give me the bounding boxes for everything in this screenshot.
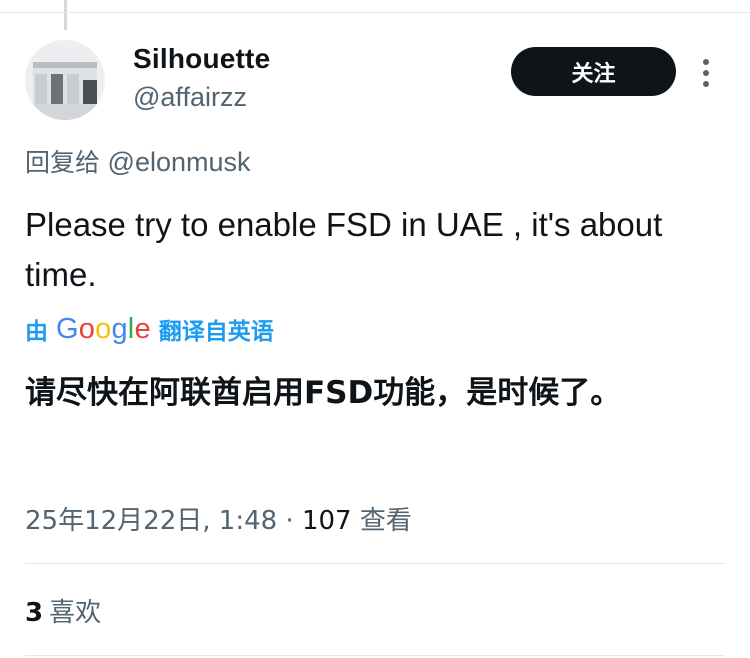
translation-action-label[interactable]: 翻译自英语 [159, 312, 274, 346]
views-label: 查看 [359, 506, 412, 536]
translation-by-label: 由 [25, 319, 48, 345]
reply-to-prefix: 回复给 [25, 148, 101, 177]
reply-to-line: 回复给 @elonmusk [25, 143, 251, 179]
top-divider [0, 12, 750, 13]
reply-to-mention-link[interactable]: @elonmusk [108, 147, 251, 177]
likes-count: 3 [25, 598, 44, 628]
avatar[interactable] [25, 40, 105, 120]
more-options-icon[interactable] [698, 56, 714, 90]
meta-divider [25, 563, 725, 564]
meta-separator: · [285, 506, 294, 536]
tweet-text: Please try to enable FSD in UAE , it's a… [25, 206, 663, 293]
views-count: 107 [301, 506, 352, 536]
translation-attribution[interactable]: 由 Google 翻译自英语 [25, 311, 274, 347]
likes-label: 喜欢 [49, 598, 102, 628]
tweet-timestamp[interactable]: 25年12月22日, 1:48 [25, 506, 277, 536]
avatar-image [25, 40, 105, 120]
follow-button[interactable]: 关注 [511, 47, 676, 96]
author-handle[interactable]: @affairzz [133, 82, 247, 113]
thread-connector-line [64, 0, 67, 30]
author-display-name[interactable]: Silhouette [133, 43, 270, 75]
translated-tweet-text: 请尽快在阿联酋启用FSD功能，是时候了。 [25, 375, 622, 411]
bottom-divider [25, 655, 725, 656]
likes-stat[interactable]: 3 喜欢 [25, 592, 101, 629]
google-logo: Google [56, 312, 151, 345]
tweet-meta: 25年12月22日, 1:48 · 107 查看 [25, 500, 412, 537]
